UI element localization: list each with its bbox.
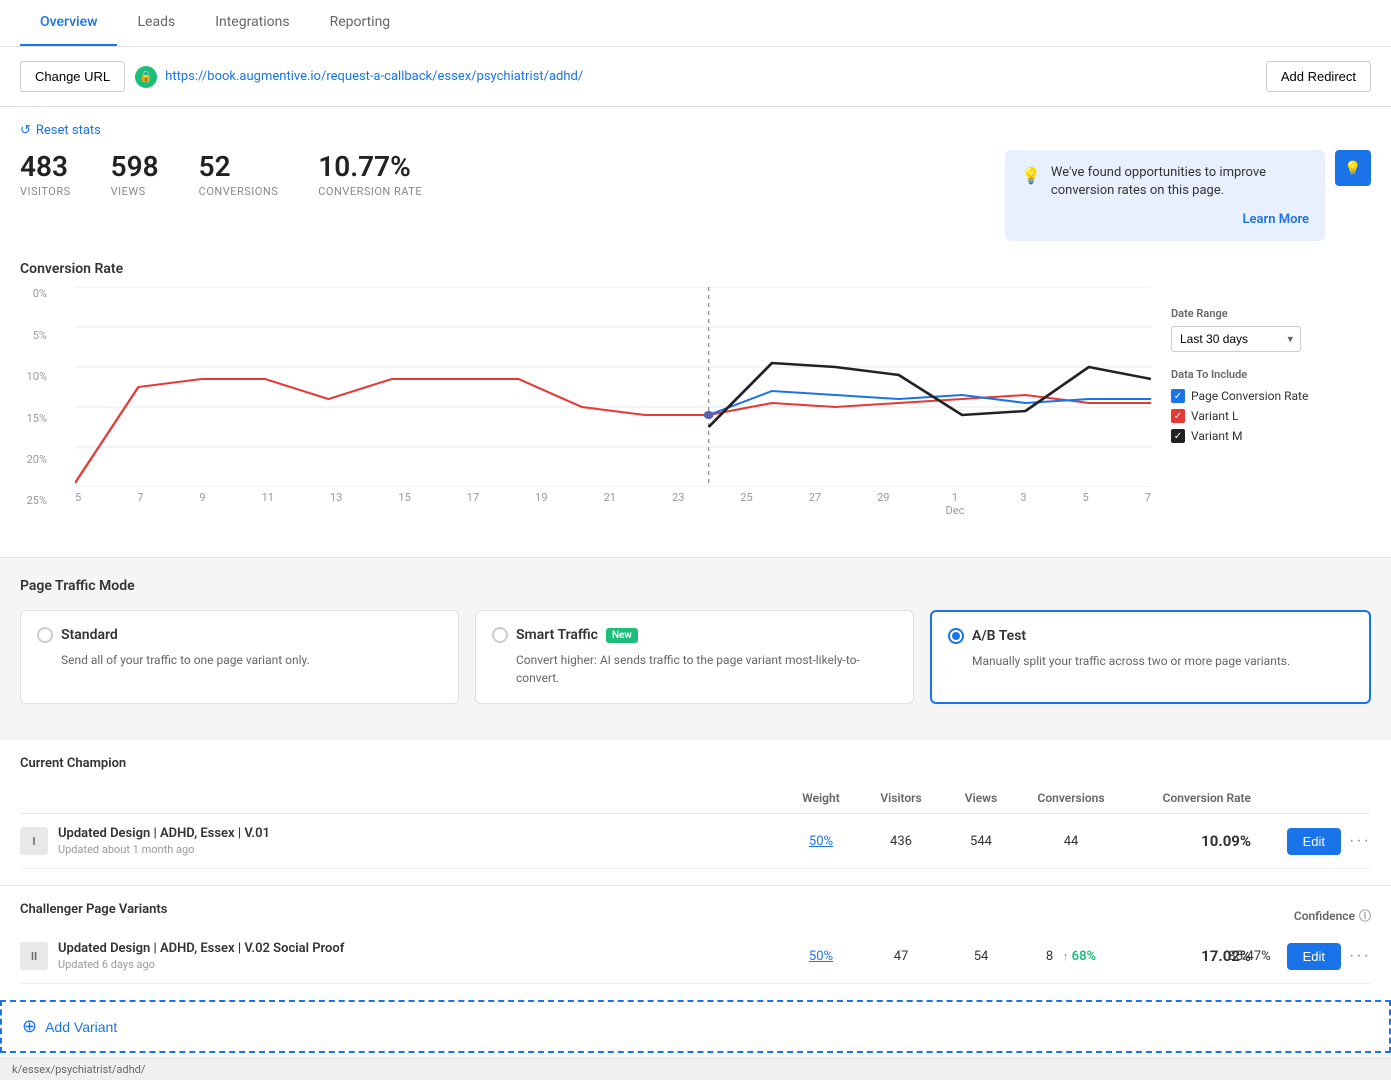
stat-views: 598 VIEWS: [111, 150, 159, 198]
champion-actions: Edit ···: [1251, 828, 1371, 855]
traffic-option-standard[interactable]: Standard Send all of your traffic to one…: [20, 610, 459, 704]
legend-variant-l: ✓ Variant L: [1171, 409, 1371, 423]
learn-more-link[interactable]: Learn More: [1021, 212, 1309, 227]
date-range-select[interactable]: Last 30 days Last 7 days Last 90 days: [1171, 326, 1301, 352]
confidence-arrow: ↑: [1063, 950, 1069, 963]
chart-x-labels: 5 7 9 11 13 15 17 19 21 23 25 27 29 1Dec…: [75, 487, 1151, 521]
tabs-bar: Overview Leads Integrations Reporting: [0, 0, 1391, 47]
table-header: Weight Visitors Views Conversions Conver…: [20, 783, 1371, 814]
challenger-info: Updated Design | ADHD, Essex | V.02 Soci…: [58, 941, 781, 971]
chart-section: Conversion Rate 25% 20% 15% 10% 5% 0%: [20, 261, 1371, 521]
opportunity-box: 💡 We've found opportunities to improve c…: [1005, 150, 1325, 241]
radio-smart[interactable]: [492, 627, 508, 643]
new-badge: New: [606, 628, 638, 643]
challenger-icon: II: [20, 942, 48, 970]
date-range-section: Date Range Last 30 days Last 7 days Last…: [1171, 307, 1371, 352]
legend-variant-m: ✓ Variant M: [1171, 429, 1371, 443]
bottom-url-bar: k/essex/psychiatrist/adhd/: [0, 1058, 1391, 1080]
challenger-views: 54: [941, 949, 1021, 964]
challenger-header: Challenger Page Variants Confidence ⓘ: [20, 902, 1371, 929]
chart-area: 25% 20% 15% 10% 5% 0%: [20, 287, 1371, 521]
chart-y-labels: 25% 20% 15% 10% 5% 0%: [20, 287, 55, 507]
challenger-conversions-cell: 8 ↑ 68%: [1021, 949, 1121, 964]
tab-reporting[interactable]: Reporting: [310, 0, 411, 46]
add-variant-section[interactable]: ⊕ Add Variant: [0, 1000, 1391, 1053]
chart-legend: Date Range Last 30 days Last 7 days Last…: [1171, 287, 1371, 521]
lock-icon: 🔒: [135, 66, 157, 88]
challenger-section: Challenger Page Variants Confidence ⓘ II…: [0, 885, 1391, 1000]
tab-leads[interactable]: Leads: [117, 0, 195, 46]
champion-edit-button[interactable]: Edit: [1287, 828, 1341, 855]
chart-svg: [75, 287, 1151, 487]
champion-icon: I: [20, 827, 48, 855]
champion-row: I Updated Design | ADHD, Essex | V.01 Up…: [20, 814, 1371, 869]
traffic-section: Page Traffic Mode Standard Send all of y…: [0, 557, 1391, 724]
tab-integrations[interactable]: Integrations: [195, 0, 309, 46]
current-champion-section: Current Champion Weight Visitors Views C…: [0, 740, 1391, 885]
champion-views: 544: [941, 834, 1021, 849]
traffic-options: Standard Send all of your traffic to one…: [20, 610, 1371, 704]
tab-overview[interactable]: Overview: [20, 0, 117, 46]
reset-stats-button[interactable]: ↺ Reset stats: [20, 123, 101, 138]
champion-info: Updated Design | ADHD, Essex | V.01 Upda…: [58, 826, 781, 856]
current-champion-title: Current Champion: [20, 756, 1371, 771]
legend-checkbox-variant-m[interactable]: ✓: [1171, 429, 1185, 443]
add-variant-button[interactable]: ⊕ Add Variant: [22, 1016, 117, 1037]
challenger-more-button[interactable]: ···: [1349, 947, 1371, 965]
challenger-actions: 85.47% Edit ···: [1251, 943, 1371, 970]
url-display: https://book.augmentive.io/request-a-cal…: [165, 69, 1266, 84]
stat-conversions: 52 CONVERSIONS: [199, 150, 279, 198]
url-bar: Change URL 🔒 https://book.augmentive.io/…: [0, 47, 1391, 107]
lightbulb-icon: 💡: [1021, 166, 1041, 185]
date-range-select-wrapper[interactable]: Last 30 days Last 7 days Last 90 days: [1171, 326, 1301, 352]
legend-page-conversion: ✓ Page Conversion Rate: [1171, 389, 1371, 403]
stat-visitors: 483 VISITORS: [20, 150, 71, 198]
stats-group: 483 VISITORS 598 VIEWS 52 CONVERSIONS 10…: [20, 150, 513, 198]
stat-conversion-rate: 10.77% CONVERSION RATE: [318, 150, 422, 198]
confidence-info: Confidence ⓘ: [1294, 907, 1371, 924]
challenger-confidence: 68%: [1072, 949, 1096, 964]
champion-visitors: 436: [861, 834, 941, 849]
main-content: ↺ Reset stats 483 VISITORS 598 VIEWS 52 …: [0, 107, 1391, 557]
challenger-edit-button[interactable]: Edit: [1287, 943, 1341, 970]
insights-button[interactable]: 💡: [1335, 150, 1371, 186]
champion-rate: 10.09%: [1121, 832, 1251, 850]
plus-icon: ⊕: [22, 1016, 37, 1037]
chart-wrapper: 5 7 9 11 13 15 17 19 21 23 25 27 29 1Dec…: [75, 287, 1151, 521]
chart-title: Conversion Rate: [20, 261, 1371, 277]
champion-more-button[interactable]: ···: [1349, 832, 1371, 850]
traffic-option-abtest[interactable]: A/B Test Manually split your traffic acr…: [930, 610, 1371, 704]
traffic-option-smart[interactable]: Smart Traffic New Convert higher: AI sen…: [475, 610, 914, 704]
stats-row: 483 VISITORS 598 VIEWS 52 CONVERSIONS 10…: [20, 150, 1371, 241]
challenger-row: II Updated Design | ADHD, Essex | V.02 S…: [20, 929, 1371, 984]
challenger-confidence-pct: 85.47%: [1228, 949, 1270, 964]
legend-checkbox-page[interactable]: ✓: [1171, 389, 1185, 403]
champion-conversions: 44: [1021, 834, 1121, 849]
radio-inner: [952, 632, 960, 640]
insights-icon: 💡: [1344, 160, 1361, 177]
challenger-visitors: 47: [861, 949, 941, 964]
legend-checkbox-variant-l[interactable]: ✓: [1171, 409, 1185, 423]
reset-icon: ↺: [20, 123, 31, 138]
traffic-mode-title: Page Traffic Mode: [20, 578, 1371, 594]
challenger-weight[interactable]: 50%: [781, 949, 861, 964]
radio-standard[interactable]: [37, 627, 53, 643]
change-url-button[interactable]: Change URL: [20, 61, 125, 92]
confidence-info-icon[interactable]: ⓘ: [1359, 907, 1371, 924]
champion-weight[interactable]: 50%: [781, 834, 861, 849]
add-redirect-button[interactable]: Add Redirect: [1266, 61, 1371, 92]
radio-abtest[interactable]: [948, 628, 964, 644]
challenger-title: Challenger Page Variants: [20, 902, 167, 917]
